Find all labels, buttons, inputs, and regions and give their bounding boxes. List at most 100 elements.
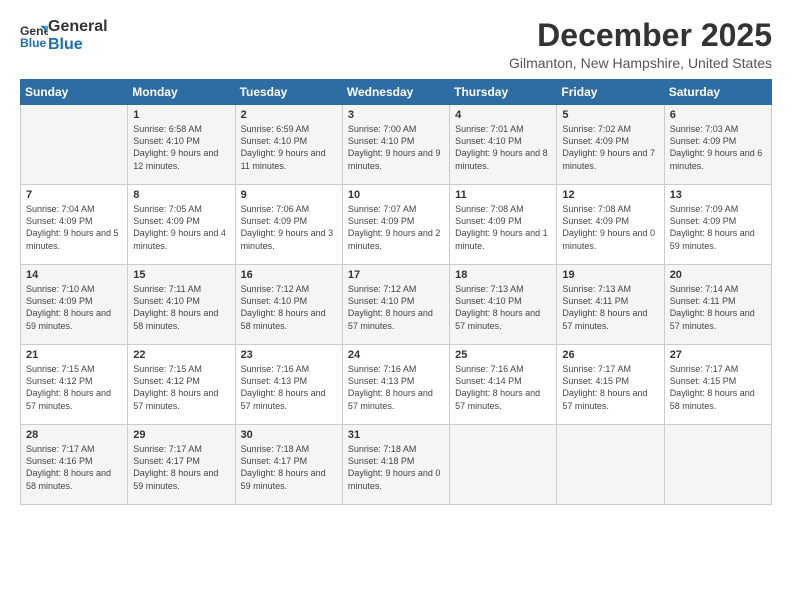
- calendar-cell: 13Sunrise: 7:09 AMSunset: 4:09 PMDayligh…: [664, 185, 771, 265]
- sunrise-text: Sunrise: 7:16 AM: [455, 364, 524, 374]
- sunset-text: Sunset: 4:09 PM: [133, 216, 200, 226]
- sunrise-text: Sunrise: 7:17 AM: [133, 444, 202, 454]
- sunrise-text: Sunrise: 7:03 AM: [670, 124, 739, 134]
- day-info: Sunrise: 7:13 AMSunset: 4:11 PMDaylight:…: [562, 283, 658, 332]
- sunset-text: Sunset: 4:10 PM: [133, 136, 200, 146]
- day-number: 31: [348, 429, 444, 441]
- location: Gilmanton, New Hampshire, United States: [509, 55, 772, 71]
- calendar-cell: 3Sunrise: 7:00 AMSunset: 4:10 PMDaylight…: [342, 105, 449, 185]
- calendar-week-5: 28Sunrise: 7:17 AMSunset: 4:16 PMDayligh…: [21, 425, 772, 505]
- calendar-cell: 2Sunrise: 6:59 AMSunset: 4:10 PMDaylight…: [235, 105, 342, 185]
- calendar-cell: 4Sunrise: 7:01 AMSunset: 4:10 PMDaylight…: [450, 105, 557, 185]
- daylight-text: Daylight: 8 hours and 57 minutes.: [133, 388, 218, 410]
- daylight-text: Daylight: 8 hours and 58 minutes.: [133, 308, 218, 330]
- sunset-text: Sunset: 4:17 PM: [133, 456, 200, 466]
- day-number: 15: [133, 269, 229, 281]
- sunrise-text: Sunrise: 6:59 AM: [241, 124, 310, 134]
- day-number: 29: [133, 429, 229, 441]
- day-info: Sunrise: 7:14 AMSunset: 4:11 PMDaylight:…: [670, 283, 766, 332]
- logo: General Blue General Blue: [20, 18, 108, 53]
- weekday-header-row: SundayMondayTuesdayWednesdayThursdayFrid…: [21, 80, 772, 105]
- sunrise-text: Sunrise: 7:18 AM: [348, 444, 417, 454]
- daylight-text: Daylight: 8 hours and 57 minutes.: [455, 308, 540, 330]
- day-number: 25: [455, 349, 551, 361]
- calendar-cell: 1Sunrise: 6:58 AMSunset: 4:10 PMDaylight…: [128, 105, 235, 185]
- day-number: 24: [348, 349, 444, 361]
- sunrise-text: Sunrise: 7:16 AM: [241, 364, 310, 374]
- title-block: December 2025 Gilmanton, New Hampshire, …: [509, 18, 772, 71]
- sunset-text: Sunset: 4:09 PM: [241, 216, 308, 226]
- daylight-text: Daylight: 8 hours and 57 minutes.: [455, 388, 540, 410]
- calendar-cell: [664, 425, 771, 505]
- daylight-text: Daylight: 9 hours and 7 minutes.: [562, 148, 655, 170]
- calendar-cell: 19Sunrise: 7:13 AMSunset: 4:11 PMDayligh…: [557, 265, 664, 345]
- daylight-text: Daylight: 9 hours and 1 minute.: [455, 228, 548, 250]
- sunrise-text: Sunrise: 7:08 AM: [455, 204, 524, 214]
- sunset-text: Sunset: 4:11 PM: [670, 296, 736, 306]
- daylight-text: Daylight: 8 hours and 59 minutes.: [241, 468, 326, 490]
- svg-text:Blue: Blue: [20, 36, 47, 50]
- sunset-text: Sunset: 4:10 PM: [241, 136, 308, 146]
- calendar-cell: 14 Sunrise: 7:10 AMSunset: 4:09 PMDayligh…: [21, 265, 128, 345]
- daylight-text: Daylight: 8 hours and 57 minutes.: [670, 308, 755, 330]
- day-info: Sunrise: 7:15 AMSunset: 4:12 PMDaylight:…: [133, 363, 229, 412]
- calendar-cell: 22Sunrise: 7:15 AMSunset: 4:12 PMDayligh…: [128, 345, 235, 425]
- day-number: 4: [455, 109, 551, 121]
- weekday-header-tuesday: Tuesday: [235, 80, 342, 105]
- daylight-text: Daylight: 9 hours and 2 minutes.: [348, 228, 441, 250]
- calendar-cell: 25Sunrise: 7:16 AMSunset: 4:14 PMDayligh…: [450, 345, 557, 425]
- sunset-text: Sunset: 4:09 PM: [455, 216, 522, 226]
- sunset-text: Sunset: 4:11 PM: [562, 296, 628, 306]
- sunrise-text: Sunrise: 7:13 AM: [455, 284, 524, 294]
- day-number: 18: [455, 269, 551, 281]
- sunset-text: Sunset: 4:10 PM: [348, 136, 415, 146]
- day-info: Sunrise: 7:02 AMSunset: 4:09 PMDaylight:…: [562, 123, 658, 172]
- daylight-text: Daylight: 8 hours and 57 minutes.: [26, 388, 111, 410]
- day-info: Sunrise: 7:12 AMSunset: 4:10 PMDaylight:…: [348, 283, 444, 332]
- day-info: Sunrise: 7:03 AMSunset: 4:09 PMDaylight:…: [670, 123, 766, 172]
- daylight-text: Daylight: 9 hours and 6 minutes.: [670, 148, 763, 170]
- sunset-text: Sunset: 4:10 PM: [348, 296, 415, 306]
- daylight-text: Daylight: 9 hours and 8 minutes.: [455, 148, 548, 170]
- daylight-text: Daylight: 8 hours and 59 minutes.: [133, 468, 218, 490]
- calendar-week-1: 1Sunrise: 6:58 AMSunset: 4:10 PMDaylight…: [21, 105, 772, 185]
- sunrise-text: Sunrise: 7:10 AM: [26, 284, 95, 294]
- calendar-cell: 15Sunrise: 7:11 AMSunset: 4:10 PMDayligh…: [128, 265, 235, 345]
- calendar-cell: 17Sunrise: 7:12 AMSunset: 4:10 PMDayligh…: [342, 265, 449, 345]
- sunset-text: Sunset: 4:10 PM: [455, 136, 522, 146]
- sunrise-text: Sunrise: 7:15 AM: [133, 364, 202, 374]
- daylight-text: Daylight: 9 hours and 12 minutes.: [133, 148, 218, 170]
- calendar-cell: 7Sunrise: 7:04 AMSunset: 4:09 PMDaylight…: [21, 185, 128, 265]
- day-number: 13: [670, 189, 766, 201]
- sunset-text: Sunset: 4:15 PM: [562, 376, 629, 386]
- day-info: Sunrise: 7:08 AMSunset: 4:09 PMDaylight:…: [562, 203, 658, 252]
- day-number: 14: [26, 269, 122, 281]
- sunrise-text: Sunrise: 7:07 AM: [348, 204, 417, 214]
- sunrise-text: Sunrise: 7:17 AM: [670, 364, 739, 374]
- day-number: 10: [348, 189, 444, 201]
- daylight-text: Daylight: 8 hours and 57 minutes.: [241, 388, 326, 410]
- daylight-text: Daylight: 9 hours and 11 minutes.: [241, 148, 326, 170]
- weekday-header-wednesday: Wednesday: [342, 80, 449, 105]
- sunrise-text: Sunrise: 6:58 AM: [133, 124, 202, 134]
- day-number: 21: [26, 349, 122, 361]
- sunrise-text: Sunrise: 7:15 AM: [26, 364, 95, 374]
- sunset-text: Sunset: 4:12 PM: [26, 376, 93, 386]
- sunrise-text: Sunrise: 7:08 AM: [562, 204, 631, 214]
- sunrise-text: Sunrise: 7:12 AM: [348, 284, 417, 294]
- sunrise-text: Sunrise: 7:16 AM: [348, 364, 417, 374]
- calendar-cell: 31Sunrise: 7:18 AMSunset: 4:18 PMDayligh…: [342, 425, 449, 505]
- weekday-header-thursday: Thursday: [450, 80, 557, 105]
- calendar-cell: 27Sunrise: 7:17 AMSunset: 4:15 PMDayligh…: [664, 345, 771, 425]
- day-number: 30: [241, 429, 337, 441]
- daylight-text: Daylight: 8 hours and 57 minutes.: [348, 388, 433, 410]
- logo-text-blue: Blue: [48, 36, 108, 54]
- sunset-text: Sunset: 4:09 PM: [670, 216, 737, 226]
- day-info: Sunrise: 6:58 AM Sunset: 4:10 PM Daylight:…: [133, 123, 229, 172]
- sunrise-text: Sunrise: 7:05 AM: [133, 204, 202, 214]
- day-info: Sunrise: 7:17 AM Sunset: 4:17 PM Daylight:…: [133, 443, 229, 492]
- day-info: Sunrise: 7:10 AMSunset: 4:09 PMDaylight:…: [26, 283, 122, 332]
- calendar-cell: 6Sunrise: 7:03 AMSunset: 4:09 PMDaylight…: [664, 105, 771, 185]
- calendar-cell: 29 Sunrise: 7:17 AM Sunset: 4:17 PM Dayligh…: [128, 425, 235, 505]
- calendar-cell: 5Sunrise: 7:02 AMSunset: 4:09 PMDaylight…: [557, 105, 664, 185]
